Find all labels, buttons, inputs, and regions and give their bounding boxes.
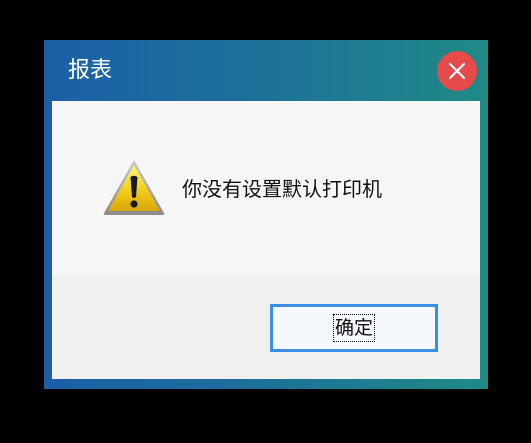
close-button[interactable] (437, 51, 477, 91)
dialog-title: 报表 (68, 58, 113, 83)
dialog-window: 报表 你没有设置默认打印机 确定 (44, 40, 488, 389)
message-text: 你没有设置默认打印机 (182, 177, 382, 201)
dialog-body: 你没有设置默认打印机 确定 (52, 101, 480, 379)
ok-button[interactable]: 确定 (270, 304, 438, 352)
close-icon (448, 62, 466, 80)
message-area: 你没有设置默认打印机 (52, 101, 480, 275)
button-area: 确定 (52, 275, 480, 379)
warning-icon (103, 160, 165, 215)
ok-button-label: 确定 (332, 314, 376, 342)
title-bar[interactable]: 报表 (44, 40, 488, 100)
